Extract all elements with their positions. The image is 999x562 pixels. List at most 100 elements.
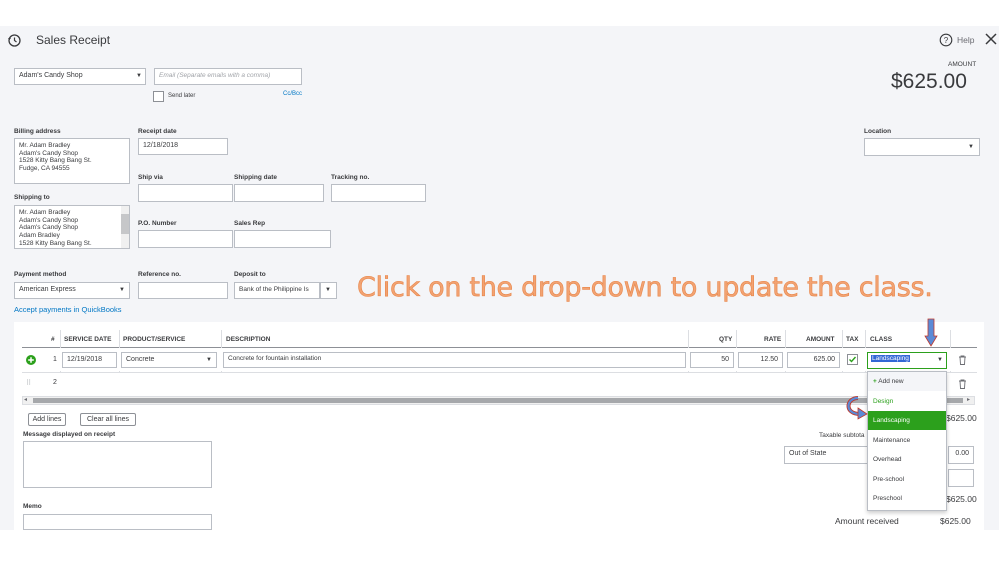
col-header-tax: TAX xyxy=(846,336,859,343)
scrollbar-thumb[interactable] xyxy=(121,214,129,234)
table-horizontal-scrollbar[interactable] xyxy=(22,396,975,405)
tax-checkbox[interactable] xyxy=(847,354,858,365)
chevron-down-icon[interactable]: ▼ xyxy=(119,287,125,293)
memo-label: Memo xyxy=(23,503,42,510)
payment-method-select[interactable]: American Express xyxy=(14,282,130,299)
trash-icon[interactable] xyxy=(958,379,967,389)
tracking-field[interactable] xyxy=(331,184,426,202)
tax-rate-select[interactable]: Out of State xyxy=(784,446,868,464)
shipping-to-field[interactable]: Mr. Adam Bradley Adam's Candy Shop Adam'… xyxy=(14,205,130,249)
row-number: 2 xyxy=(53,379,57,386)
add-new-option[interactable]: + Add new xyxy=(868,372,946,391)
class-option-pre-school[interactable]: Pre-school xyxy=(868,470,946,489)
page-title: Sales Receipt xyxy=(36,33,111,47)
chevron-down-icon[interactable]: ▼ xyxy=(206,357,212,363)
ship-via-label: Ship via xyxy=(138,174,163,181)
help-link[interactable]: Help xyxy=(957,35,974,45)
deposit-to-label: Deposit to xyxy=(234,271,266,278)
deposit-to-select[interactable]: Bank of the Philippine Is xyxy=(234,282,320,299)
scroll-left-icon[interactable]: ◂ xyxy=(24,396,27,403)
description-cell[interactable]: Concrete for fountain installation xyxy=(223,352,686,368)
product-select[interactable]: Concrete xyxy=(121,352,217,368)
checkmark-icon xyxy=(849,356,857,363)
tax-amount-field[interactable]: 0.00 xyxy=(948,446,974,464)
chevron-down-icon[interactable]: ▼ xyxy=(325,287,331,293)
shipping-scrollbar[interactable] xyxy=(121,206,129,248)
cc-bcc-link[interactable]: Cc/Bcc xyxy=(283,91,302,97)
customer-select[interactable]: Adam's Candy Shop xyxy=(14,68,146,85)
send-later-checkbox[interactable] xyxy=(153,91,164,102)
drag-handle-icon[interactable]: ⠿ xyxy=(26,379,31,387)
col-header-num: # xyxy=(51,336,55,343)
memo-field[interactable] xyxy=(23,514,212,530)
class-option-overhead[interactable]: Overhead xyxy=(868,450,946,469)
amount-received-label: Amount received xyxy=(835,516,899,526)
sales-rep-label: Sales Rep xyxy=(234,220,266,227)
subtotal-amount: $625.00 xyxy=(946,413,977,423)
amount-cell[interactable]: 625.00 xyxy=(787,352,840,368)
billing-address-label: Billing address xyxy=(14,128,61,135)
tracking-label: Tracking no. xyxy=(331,174,370,181)
shipping-to-label: Shipping to xyxy=(14,194,50,201)
send-later-label: Send later xyxy=(168,93,196,99)
col-header-qty: QTY xyxy=(719,336,733,343)
shipping-date-field[interactable] xyxy=(234,184,324,202)
col-header-rate: RATE xyxy=(764,336,782,343)
curved-arrow-annotation-icon xyxy=(846,396,868,420)
col-header-product: PRODUCT/SERVICE xyxy=(123,336,186,343)
amount-label: AMOUNT xyxy=(948,61,977,68)
class-option-landscaping[interactable]: Landscaping xyxy=(868,411,946,430)
class-option-design[interactable]: Design xyxy=(868,392,946,411)
po-number-label: P.O. Number xyxy=(138,220,177,227)
row-number: 1 xyxy=(53,356,57,363)
rate-cell[interactable]: 12.50 xyxy=(738,352,783,368)
class-option-preschool[interactable]: Preschool xyxy=(868,489,946,508)
chevron-down-icon[interactable]: ▼ xyxy=(968,144,974,150)
location-label: Location xyxy=(864,128,892,135)
taxable-subtotal-label: Taxable subtota xyxy=(819,432,865,439)
amount-received-value: $625.00 xyxy=(940,516,971,526)
tutorial-callout: Click on the drop-down to update the cla… xyxy=(357,272,933,304)
payment-method-label: Payment method xyxy=(14,271,67,278)
receipt-date-label: Receipt date xyxy=(138,128,177,135)
message-label: Message displayed on receipt xyxy=(23,431,116,438)
table-row xyxy=(22,372,977,394)
billing-address-field[interactable]: Mr. Adam Bradley Adam's Candy Shop 1528 … xyxy=(14,138,130,184)
ship-via-field[interactable] xyxy=(138,184,233,202)
close-icon[interactable] xyxy=(984,32,998,46)
class-select-value: Landscaping xyxy=(871,355,910,362)
svg-text:?: ? xyxy=(944,36,949,45)
service-date-cell[interactable]: 12/19/2018 xyxy=(62,352,117,368)
add-lines-button[interactable]: Add lines xyxy=(28,413,66,426)
scroll-right-icon[interactable]: ▸ xyxy=(967,396,970,403)
col-header-amount: AMOUNT xyxy=(806,336,835,343)
chevron-down-icon[interactable]: ▼ xyxy=(136,73,142,79)
help-icon[interactable]: ? xyxy=(939,33,953,47)
recent-transactions-icon[interactable] xyxy=(7,33,22,48)
trash-icon[interactable] xyxy=(958,355,967,365)
discount-field[interactable] xyxy=(948,469,974,487)
accept-payments-link[interactable]: Accept payments in QuickBooks xyxy=(14,305,122,314)
shipping-date-label: Shipping date xyxy=(234,174,277,181)
sales-rep-field[interactable] xyxy=(234,230,331,248)
reference-label: Reference no. xyxy=(138,271,181,278)
scrollbar-thumb[interactable] xyxy=(33,398,963,403)
message-field[interactable] xyxy=(23,441,212,488)
balance-amount: $625.00 xyxy=(891,70,967,93)
location-select[interactable] xyxy=(864,138,980,156)
plus-icon: + xyxy=(873,378,877,385)
total-amount: $625.00 xyxy=(946,494,977,504)
qty-cell[interactable]: 50 xyxy=(690,352,734,368)
po-number-field[interactable] xyxy=(138,230,233,248)
email-field[interactable]: Email (Separate emails with a comma) xyxy=(154,68,302,85)
add-line-icon[interactable] xyxy=(26,355,36,365)
down-arrow-annotation-icon xyxy=(924,318,938,347)
receipt-date-field[interactable]: 12/18/2018 xyxy=(138,138,228,155)
chevron-down-icon[interactable]: ▼ xyxy=(937,357,943,363)
col-header-service-date: SERVICE DATE xyxy=(64,336,112,343)
reference-field[interactable] xyxy=(138,282,228,299)
clear-all-lines-button[interactable]: Clear all lines xyxy=(80,413,136,426)
col-header-class: CLASS xyxy=(870,336,893,343)
class-select[interactable]: Landscaping xyxy=(867,352,947,369)
class-option-maintenance[interactable]: Maintenance xyxy=(868,431,946,450)
